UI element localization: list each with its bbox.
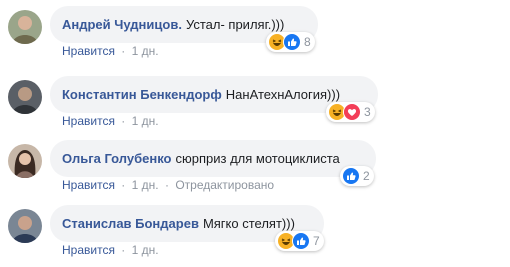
love-icon <box>343 103 361 121</box>
separator: · <box>121 44 126 58</box>
comment-time[interactable]: 1 дн. <box>132 44 159 58</box>
separator: · <box>164 178 169 192</box>
comment-bubble: Ольга Голубенко сюрприз для мотоциклиста <box>50 140 376 177</box>
comment-text: Устал- приляг.))) <box>185 17 285 32</box>
like-icon <box>342 167 360 185</box>
reaction-count: 3 <box>364 105 371 119</box>
reaction-count: 8 <box>304 35 311 49</box>
reaction-count: 7 <box>313 234 320 248</box>
comment-actions: Нравится · 1 дн. · Отредактировано <box>62 178 274 192</box>
comment-actions: Нравится · 1 дн. <box>62 44 159 58</box>
comment-author[interactable]: Ольга Голубенко <box>62 151 172 166</box>
comment-text: НанАтехнАлогия))) <box>225 87 341 102</box>
edited-label[interactable]: Отредактировано <box>175 178 274 192</box>
like-button[interactable]: Нравится <box>62 178 115 192</box>
comment: Станислав Бондарев Мягко стелят))) 7 Нра… <box>0 201 510 267</box>
separator: · <box>121 114 126 128</box>
comment-text: Мягко стелят))) <box>202 216 295 231</box>
comment: Константин Бенкендорф НанАтехнАлогия))) … <box>0 72 510 138</box>
avatar[interactable] <box>8 209 42 243</box>
like-icon <box>283 33 301 51</box>
comment: Ольга Голубенко сюрприз для мотоциклиста… <box>0 136 510 202</box>
separator: · <box>121 178 126 192</box>
comment-time[interactable]: 1 дн. <box>132 114 159 128</box>
comment-time[interactable]: 1 дн. <box>132 178 159 192</box>
comment: Андрей Чудницов. Устал- приляг.))) 8 Нра… <box>0 2 510 68</box>
separator: · <box>121 243 126 257</box>
like-button[interactable]: Нравится <box>62 243 115 257</box>
comment-author[interactable]: Андрей Чудницов. <box>62 17 182 32</box>
reaction-count: 2 <box>363 169 370 183</box>
like-button[interactable]: Нравится <box>62 114 115 128</box>
reactions-summary[interactable]: 2 <box>340 166 374 186</box>
comment-text: сюрприз для мотоциклиста <box>175 151 340 166</box>
comment-author[interactable]: Станислав Бондарев <box>62 216 199 231</box>
like-icon <box>292 232 310 250</box>
comment-actions: Нравится · 1 дн. <box>62 243 159 257</box>
comment-author[interactable]: Константин Бенкендорф <box>62 87 222 102</box>
reactions-summary[interactable]: 3 <box>326 102 375 122</box>
comment-actions: Нравится · 1 дн. <box>62 114 159 128</box>
avatar[interactable] <box>8 144 42 178</box>
comment-time[interactable]: 1 дн. <box>132 243 159 257</box>
avatar[interactable] <box>8 10 42 44</box>
like-button[interactable]: Нравится <box>62 44 115 58</box>
avatar[interactable] <box>8 80 42 114</box>
reactions-summary[interactable]: 8 <box>266 32 315 52</box>
reactions-summary[interactable]: 7 <box>275 231 324 251</box>
